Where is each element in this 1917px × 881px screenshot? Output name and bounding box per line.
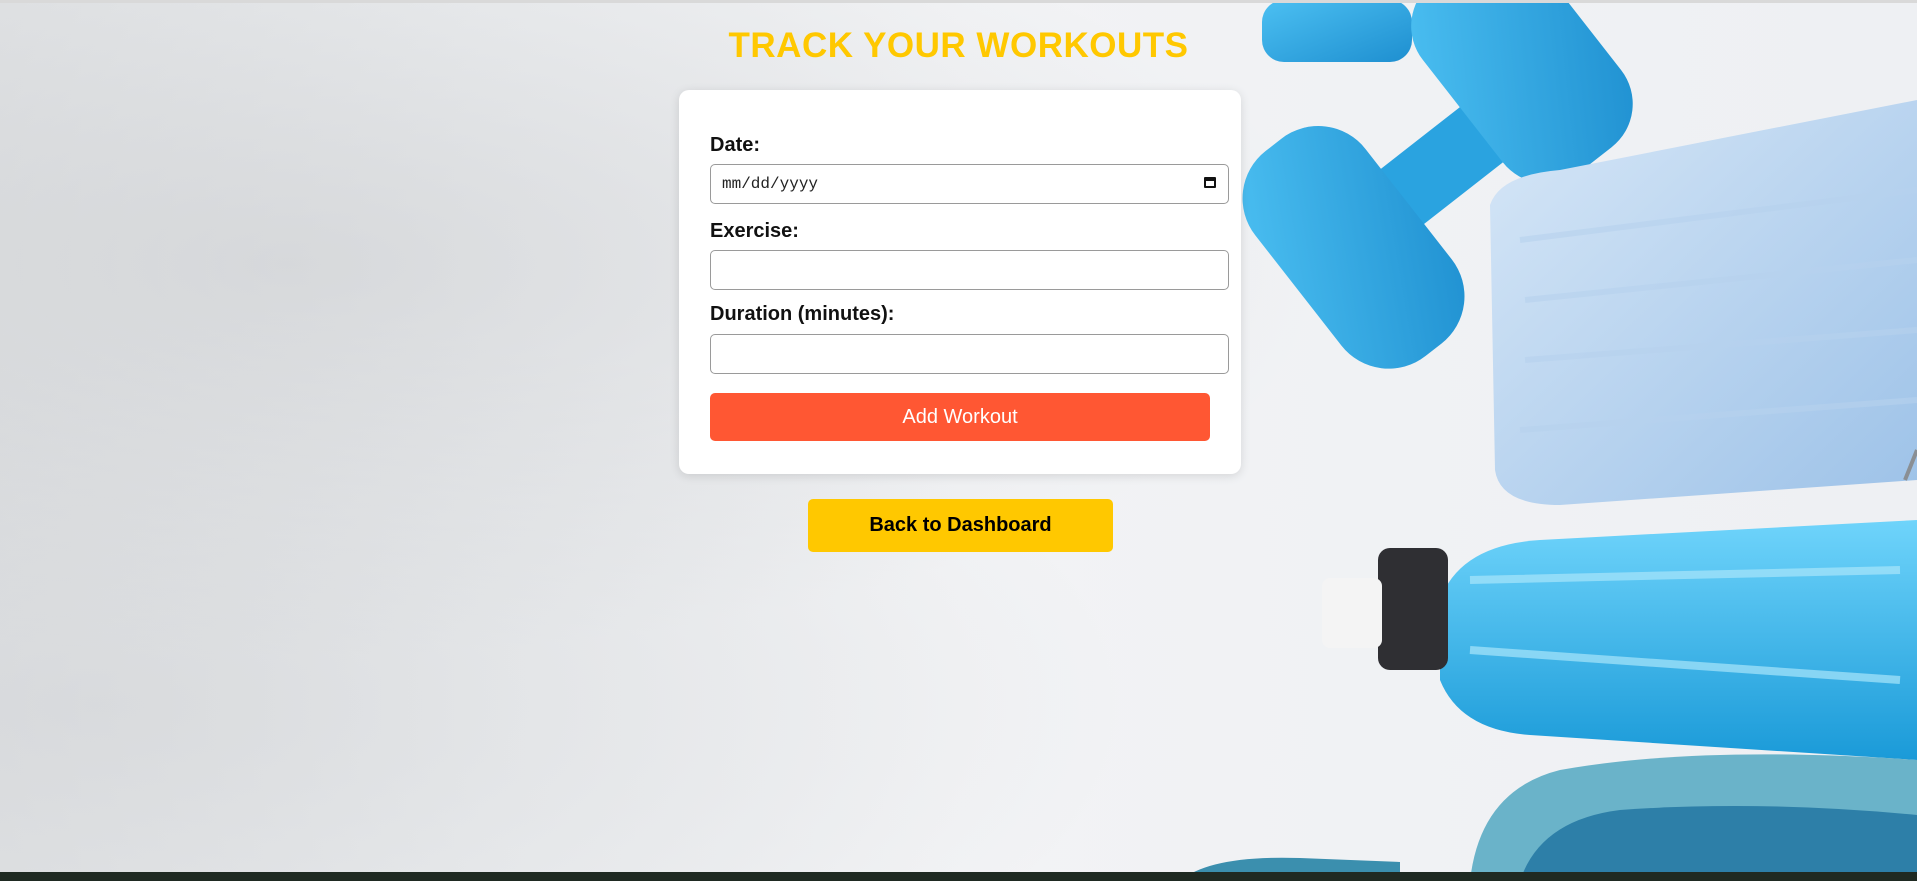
back-to-dashboard-button[interactable]: Back to Dashboard xyxy=(808,499,1113,552)
add-workout-button[interactable]: Add Workout xyxy=(710,393,1210,441)
exercise-label: Exercise: xyxy=(710,220,799,242)
duration-field[interactable] xyxy=(710,334,1229,374)
exercise-field[interactable] xyxy=(710,250,1229,290)
top-border xyxy=(0,0,1917,3)
taskbar-strip xyxy=(0,872,1917,881)
date-label: Date: xyxy=(710,134,761,156)
duration-label: Duration (minutes): xyxy=(710,303,895,325)
page-title: TRACK YOUR WORKOUTS xyxy=(728,26,1189,65)
date-placeholder: mm/dd/yyyy xyxy=(722,175,819,193)
workout-form-card: Date: mm/dd/yyyy Exercise: Duration (min… xyxy=(679,90,1241,474)
date-field[interactable]: mm/dd/yyyy xyxy=(710,164,1229,204)
calendar-icon[interactable] xyxy=(1204,177,1216,188)
